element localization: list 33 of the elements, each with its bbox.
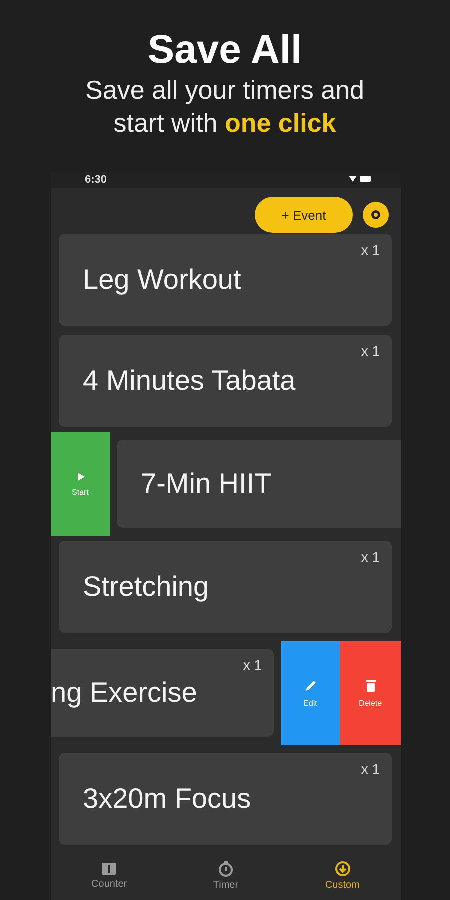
screen-title: Save All [148, 27, 302, 74]
trash-icon [364, 678, 376, 692]
timer-card[interactable]: x 1 Stretching [59, 541, 392, 633]
timer-name: 7-Min HIIT [141, 468, 272, 500]
timer-name: 4 Minutes Tabata [83, 365, 296, 397]
timer-name: 3x20m Focus [83, 783, 252, 815]
download-circle-icon [334, 861, 351, 877]
add-event-button[interactable]: + Event [255, 197, 353, 233]
timer-card[interactable]: x 1 Leg Workout [59, 234, 392, 326]
timer-card[interactable]: 7-Min HIIT [117, 440, 401, 528]
timer-name: Leg Workout [83, 264, 242, 296]
timer-name: ng Exercise [51, 677, 198, 709]
tab-item[interactable]: Counter [69, 861, 150, 891]
repeat-count: x 1 [361, 549, 380, 565]
delete-button[interactable]: Delete [340, 641, 401, 745]
counter-icon [101, 862, 118, 876]
repeat-count: x 1 [361, 761, 380, 777]
timer-card[interactable]: x 1 4 Minutes Tabata [59, 335, 392, 427]
stopwatch-icon [218, 861, 234, 877]
tab-item[interactable]: Custom [302, 860, 383, 892]
repeat-count: x 1 [361, 343, 380, 359]
pencil-icon [304, 678, 318, 692]
timer-name: Stretching [83, 571, 210, 603]
settings-icon[interactable] [363, 202, 389, 228]
screen-subtitle: start with one click [114, 107, 336, 140]
screen-subtitle: Save all your timers and [86, 74, 364, 107]
repeat-count: x 1 [243, 657, 262, 673]
status-time: 6:30 [85, 174, 108, 186]
play-icon [76, 472, 86, 482]
repeat-count: x 1 [361, 242, 380, 258]
timer-card[interactable]: x 1 3x20m Focus [59, 753, 392, 845]
timer-card[interactable]: x 1 ng Exercise [51, 649, 274, 737]
tab-item[interactable]: Timer [186, 860, 266, 892]
